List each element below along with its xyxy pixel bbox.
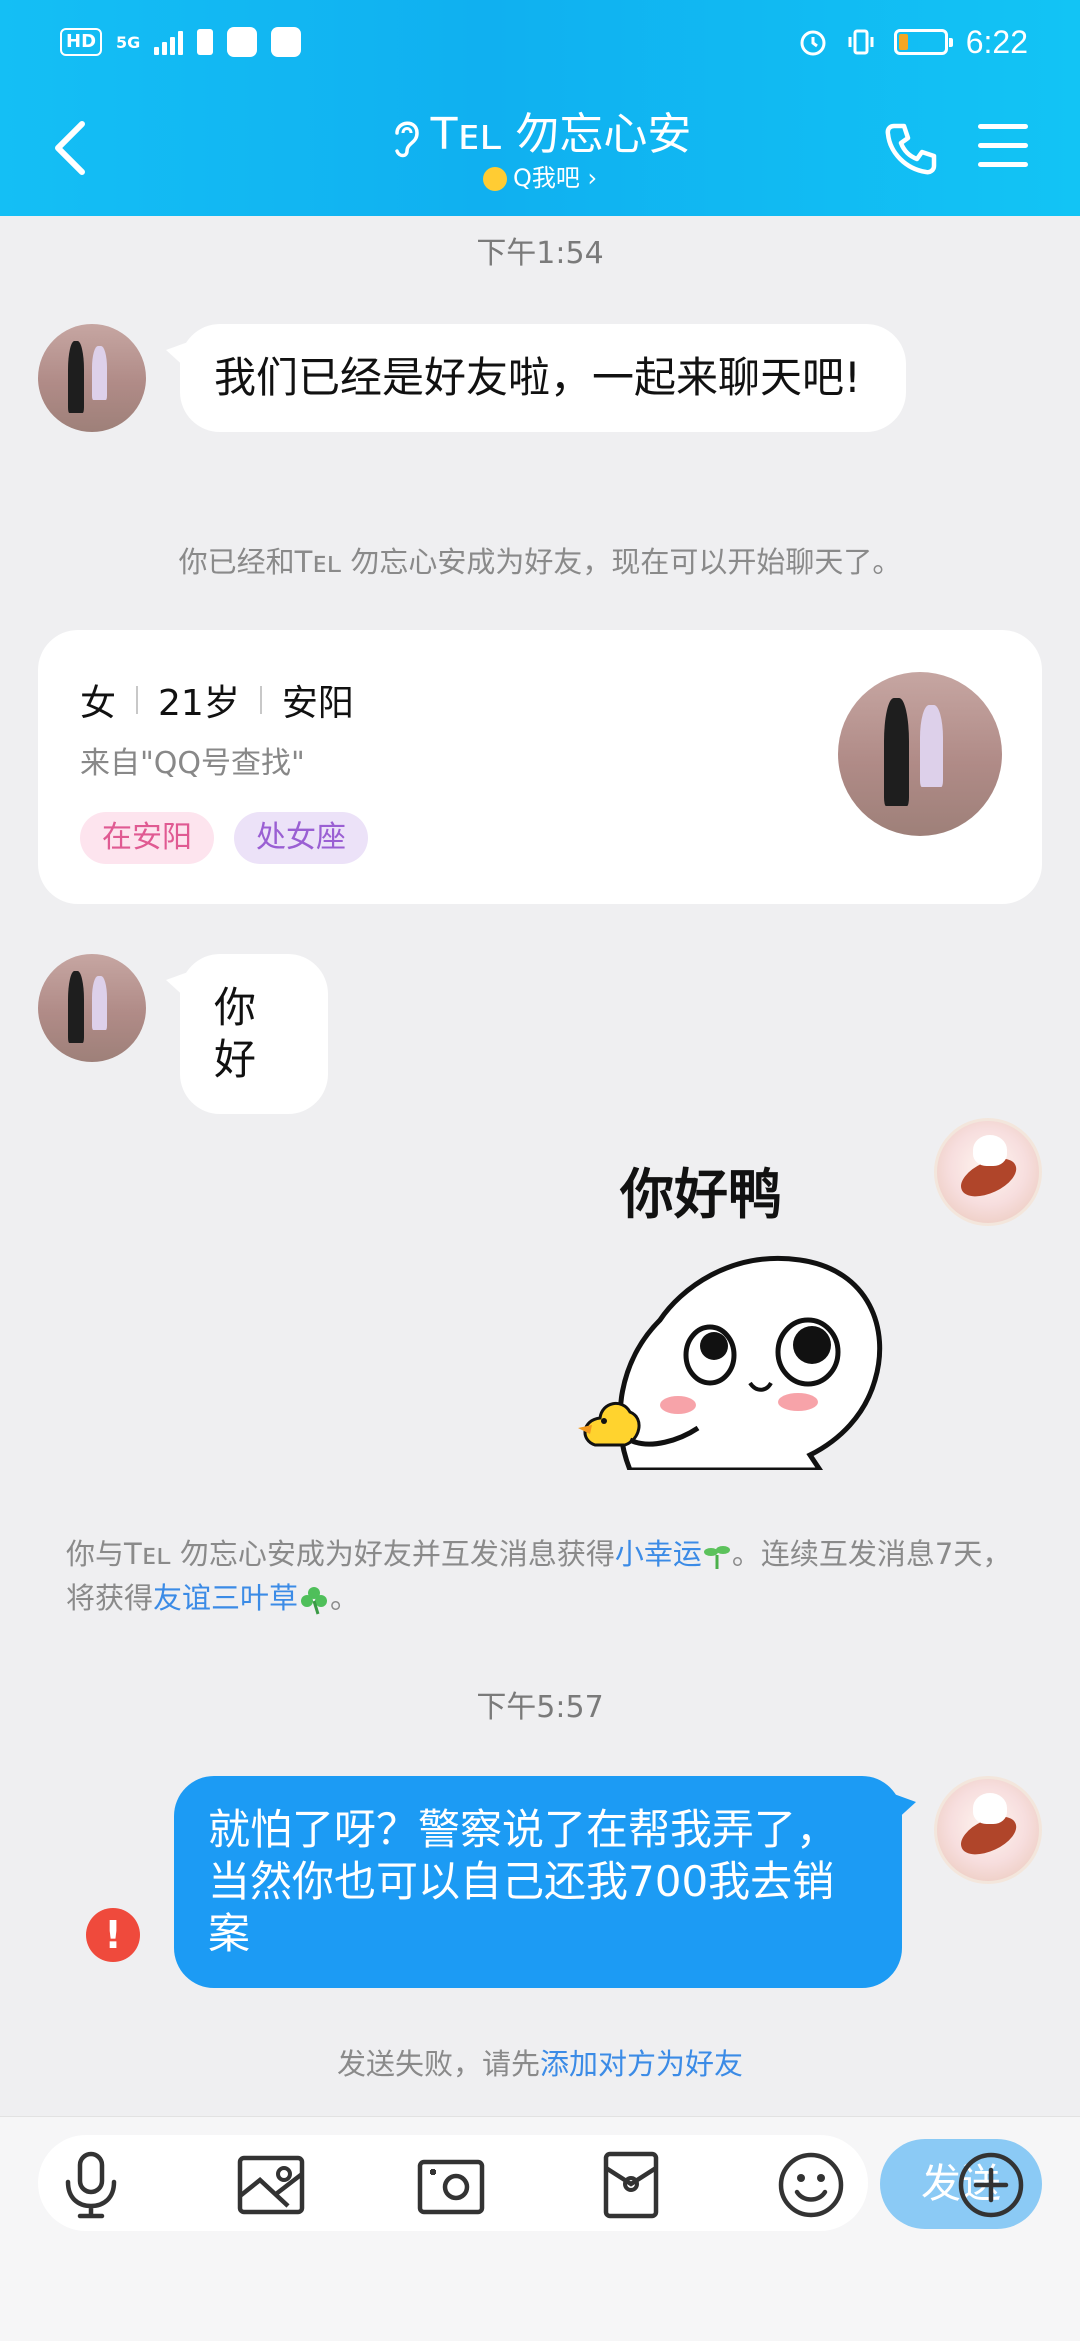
divider: [136, 686, 139, 714]
my-avatar[interactable]: [934, 1776, 1042, 1884]
qq-notification-icon: [227, 27, 258, 57]
profile-tag-location[interactable]: 在安阳: [80, 812, 214, 864]
red-packet-button[interactable]: [596, 2150, 666, 2220]
network-type: 5G: [116, 32, 141, 52]
divider: [259, 686, 262, 714]
send-failed-notice: 发送失败，请先添加对方为好友: [0, 2042, 1080, 2086]
alarm-icon: [800, 30, 826, 56]
photo-button[interactable]: [236, 2150, 306, 2220]
camera-button[interactable]: [416, 2150, 486, 2220]
plus-icon: [958, 2152, 1024, 2218]
lucky-notice-prefix: 你与Tᴇʟ 勿忘心安成为好友并互发消息获得: [66, 1537, 615, 1571]
profile-age: 21岁: [158, 683, 240, 724]
chat-header: HD 5G 6:22 Tᴇʟ 勿忘心安 Q我吧 ›: [0, 0, 1080, 216]
lucky-notice-suffix: 。: [330, 1581, 360, 1615]
red-packet-icon: [603, 2151, 659, 2219]
signal-icon: [154, 29, 184, 55]
clock: 6:22: [965, 23, 1028, 60]
lucky-link[interactable]: 小幸运: [615, 1537, 702, 1571]
smiley-icon: [482, 167, 507, 191]
timestamp: 下午5:57: [476, 1690, 604, 1725]
add-friend-link[interactable]: 添加对方为好友: [540, 2047, 743, 2081]
friend-added-notice: 你已经和Tᴇʟ 勿忘心安成为好友，现在可以开始聊天了。: [178, 545, 902, 579]
status-bar-left: HD 5G: [60, 22, 302, 62]
emoji-button[interactable]: [776, 2150, 846, 2220]
my-avatar[interactable]: [934, 1118, 1042, 1226]
emoji-icon: [778, 2152, 844, 2218]
contact-name: Tᴇʟ 勿忘心安: [430, 109, 692, 160]
battery-saver-icon: [197, 29, 214, 55]
send-failed-text: 发送失败，请先: [336, 2047, 540, 2081]
profile-tag-zodiac[interactable]: 处女座: [234, 812, 368, 864]
status-bar-right: 6:22: [798, 22, 1028, 62]
vibrate-icon: [848, 29, 874, 55]
search-notification-icon: [271, 27, 302, 57]
clover-link[interactable]: 友谊三叶草: [153, 1581, 298, 1615]
more-button[interactable]: [956, 2150, 1026, 2220]
image-icon: [237, 2155, 305, 2215]
status-text: Q我吧 ›: [512, 164, 598, 192]
menu-line: [978, 124, 1028, 129]
smiley-duck-sticker[interactable]: [570, 1140, 900, 1470]
profile-source: 来自"QQ号查找": [80, 746, 305, 781]
menu-line: [978, 162, 1028, 167]
send-failed-icon[interactable]: !: [86, 1908, 140, 1962]
camera-icon: [417, 2159, 485, 2215]
microphone-icon: [65, 2151, 117, 2219]
sprout-icon: [703, 1546, 730, 1569]
clover-icon: [301, 1587, 328, 1615]
profile-basic-info: 女 21岁 安阳: [80, 674, 354, 726]
timestamp: 下午1:54: [476, 236, 604, 271]
lucky-notice: 你与Tᴇʟ 勿忘心安成为好友并互发消息获得小幸运 。连续互发消息7天，将获得友谊三…: [66, 1532, 1014, 1620]
incoming-message[interactable]: 我们已经是好友啦，一起来聊天吧!: [166, 324, 906, 432]
battery-icon: [893, 29, 953, 55]
contact-avatar[interactable]: [38, 954, 146, 1062]
ear-icon: [394, 121, 419, 158]
hd-indicator: HD: [60, 28, 103, 56]
incoming-message[interactable]: 你好: [166, 954, 328, 1114]
phone-icon: [885, 123, 937, 175]
menu-line: [978, 143, 1028, 148]
input-bar: 发送: [0, 2116, 1080, 2341]
contact-avatar[interactable]: [38, 324, 146, 432]
profile-city: 安阳: [281, 683, 354, 724]
profile-gender: 女: [80, 683, 117, 724]
outgoing-message[interactable]: 就怕了呀？警察说了在帮我弄了，当然你也可以自己还我700我去销案: [174, 1776, 916, 1988]
profile-avatar[interactable]: [838, 672, 1002, 836]
voice-button[interactable]: [56, 2150, 126, 2220]
menu-button[interactable]: [978, 124, 1028, 170]
call-button[interactable]: [880, 118, 940, 178]
profile-card[interactable]: 女 21岁 安阳 来自"QQ号查找" 在安阳 处女座: [38, 630, 1042, 904]
